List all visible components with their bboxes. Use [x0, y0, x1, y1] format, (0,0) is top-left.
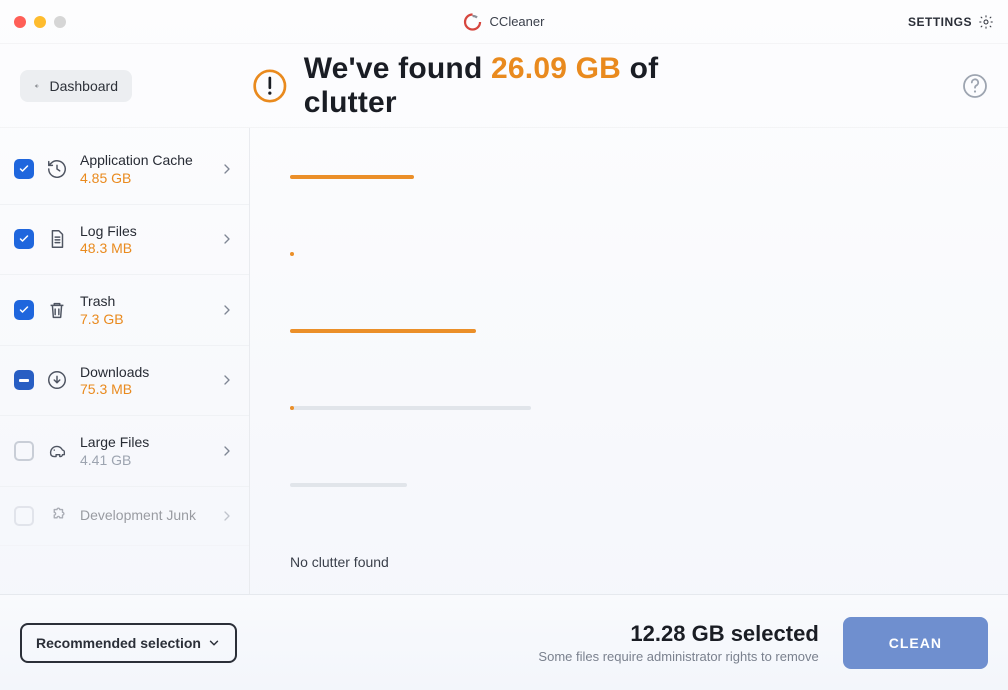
category-text: Trash7.3 GB: [80, 293, 207, 327]
category-text: Downloads75.3 MB: [80, 364, 207, 398]
footer-right: 12.28 GB selected Some files require adm…: [538, 617, 988, 669]
category-title: Log Files: [80, 223, 207, 241]
category-row: Development Junk: [0, 487, 249, 546]
chevron-right-icon: [219, 372, 235, 388]
arrow-left-icon: [34, 78, 40, 94]
category-bar-row: [290, 215, 978, 292]
category-bar-row: [290, 138, 978, 215]
category-checkbox[interactable]: [14, 370, 34, 390]
category-checkbox[interactable]: [14, 300, 34, 320]
bars-panel: No clutter found: [250, 128, 1008, 594]
category-size: 48.3 MB: [80, 240, 207, 256]
content: Application Cache4.85 GB Log Files48.3 MB…: [0, 128, 1008, 594]
trash-icon: [46, 299, 68, 321]
selected-amount: 12.28 GB selected: [538, 621, 818, 647]
category-size: 4.41 GB: [80, 452, 207, 468]
category-row[interactable]: Trash7.3 GB: [0, 275, 249, 346]
bar-fill: [290, 329, 476, 333]
category-checkbox[interactable]: [14, 441, 34, 461]
header-row: Dashboard We've found 26.09 GB of clutte…: [0, 44, 1008, 128]
alert-icon: [252, 68, 288, 104]
settings-label: SETTINGS: [908, 15, 972, 29]
category-bar-row: No clutter found: [290, 523, 978, 600]
recommended-selection-label: Recommended selection: [36, 635, 201, 651]
category-size: 7.3 GB: [80, 311, 207, 327]
category-checkbox: [14, 506, 34, 526]
category-text: Development Junk: [80, 507, 207, 525]
bar-track: [290, 329, 476, 333]
category-row[interactable]: Downloads75.3 MB: [0, 346, 249, 417]
recommended-selection-button[interactable]: Recommended selection: [20, 623, 237, 663]
category-text: Large Files4.41 GB: [80, 434, 207, 468]
category-checkbox[interactable]: [14, 229, 34, 249]
checkmark-icon: [18, 304, 30, 316]
category-row[interactable]: Application Cache4.85 GB: [0, 134, 249, 205]
chevron-right-icon: [219, 508, 235, 524]
chevron-down-icon: [207, 636, 221, 650]
headline-text: We've found 26.09 GB of clutter: [304, 52, 756, 120]
file-text-icon: [46, 228, 68, 250]
selection-summary: 12.28 GB selected Some files require adm…: [538, 621, 818, 664]
category-row[interactable]: Log Files48.3 MB: [0, 205, 249, 276]
checkmark-icon: [18, 233, 30, 245]
settings-button[interactable]: SETTINGS: [908, 14, 994, 30]
clean-button[interactable]: CLEAN: [843, 617, 988, 669]
headline-amount: 26.09 GB: [491, 52, 621, 85]
elephant-icon: [46, 440, 68, 462]
headline-prefix: We've found: [304, 52, 491, 85]
headline: We've found 26.09 GB of clutter: [252, 52, 756, 120]
bar-track: [290, 252, 294, 256]
bar-track: [290, 483, 407, 487]
chevron-right-icon: [219, 302, 235, 318]
footer: Recommended selection 12.28 GB selected …: [0, 594, 1008, 690]
history-icon: [46, 158, 68, 180]
chevron-right-icon: [219, 443, 235, 459]
category-title: Application Cache: [80, 152, 207, 170]
bar-fill: [290, 175, 414, 179]
app-title: CCleaner: [464, 13, 545, 31]
category-title: Development Junk: [80, 507, 207, 525]
category-bar-row: [290, 292, 978, 369]
chevron-right-icon: [219, 231, 235, 247]
bar-fill: [290, 252, 294, 256]
no-clutter-label: No clutter found: [290, 554, 389, 570]
category-title: Large Files: [80, 434, 207, 452]
category-sidebar: Application Cache4.85 GB Log Files48.3 MB…: [0, 128, 250, 594]
app-name: CCleaner: [490, 14, 545, 29]
titlebar: CCleaner SETTINGS: [0, 0, 1008, 44]
bar-track: [290, 175, 414, 179]
chevron-right-icon: [219, 161, 235, 177]
admin-note: Some files require administrator rights …: [538, 649, 818, 664]
help-icon[interactable]: [962, 73, 988, 99]
minimize-window-button[interactable]: [34, 16, 46, 28]
download-icon: [46, 369, 68, 391]
dashboard-label: Dashboard: [50, 78, 119, 94]
maximize-window-button[interactable]: [54, 16, 66, 28]
category-bar-row: [290, 446, 978, 523]
window-controls: [14, 16, 66, 28]
bar-fill: [290, 406, 294, 410]
puzzle-icon: [46, 505, 68, 527]
bar-track: [290, 406, 531, 410]
back-to-dashboard-button[interactable]: Dashboard: [20, 70, 132, 102]
checkmark-icon: [18, 163, 30, 175]
ccleaner-logo-icon: [464, 13, 482, 31]
gear-icon: [978, 14, 994, 30]
category-size: 4.85 GB: [80, 170, 207, 186]
close-window-button[interactable]: [14, 16, 26, 28]
category-title: Downloads: [80, 364, 207, 382]
category-title: Trash: [80, 293, 207, 311]
category-text: Application Cache4.85 GB: [80, 152, 207, 186]
category-checkbox[interactable]: [14, 159, 34, 179]
category-row[interactable]: Large Files4.41 GB: [0, 416, 249, 487]
category-text: Log Files48.3 MB: [80, 223, 207, 257]
category-size: 75.3 MB: [80, 381, 207, 397]
category-bar-row: [290, 369, 978, 446]
